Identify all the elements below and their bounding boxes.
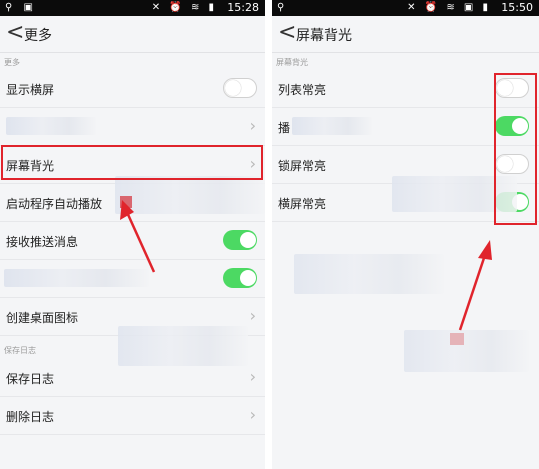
left-screen: ⚲ ▣ ✕ ⏰ ≋ ▮ 15:28 < 更多 更多 显示横屏 › 屏幕背光 › …	[0, 0, 265, 469]
page-title: 更多	[24, 28, 52, 44]
status-time: 15:50	[501, 1, 533, 14]
arrow-shaft	[458, 251, 488, 331]
notification-icons: ⚲	[277, 2, 289, 13]
pointer-arrow	[458, 240, 492, 331]
back-arrow-icon[interactable]: <	[6, 20, 24, 46]
row-label: 启动程序自动播放	[6, 197, 103, 211]
section-label: 屏幕背光	[276, 58, 308, 67]
section-label-log: 保存日志	[4, 346, 36, 355]
page-title: 屏幕背光	[296, 28, 352, 44]
status-time: 15:28	[227, 1, 259, 14]
app-header: < 更多	[0, 16, 265, 53]
arrow-head	[478, 240, 492, 260]
section-label-more: 更多	[4, 58, 20, 67]
signal-icons: ✕ ⏰ ≋ ▮	[151, 2, 217, 13]
right-screen: ⚲ ✕ ⏰ ≋ ▣ ▮ 15:50 < 屏幕背光 屏幕背光 列表常亮 播 锁屏常…	[272, 0, 539, 469]
status-bar: ⚲ ▣ ✕ ⏰ ≋ ▮ 15:28	[0, 0, 265, 16]
toggle-knob	[225, 80, 241, 96]
highlight-box	[494, 73, 537, 225]
blurred-label	[292, 117, 372, 135]
arrow-shaft	[124, 209, 156, 273]
row-label: 删除日志	[6, 410, 55, 424]
row-label: 播	[278, 121, 291, 135]
row-label: 显示横屏	[6, 83, 55, 97]
arrow-head	[120, 200, 134, 220]
notification-icons: ⚲ ▣	[5, 2, 37, 13]
blurred-label	[6, 117, 96, 135]
back-arrow-icon[interactable]: <	[278, 20, 296, 46]
blur-overlay	[118, 326, 248, 366]
row-blurred-1[interactable]: ›	[0, 108, 265, 146]
pointer-arrow	[120, 200, 156, 273]
toggle-push[interactable]	[223, 230, 257, 250]
chevron-right-icon: ›	[249, 306, 256, 325]
row-landscape[interactable]: 显示横屏	[0, 70, 265, 108]
chevron-right-icon: ›	[249, 116, 256, 135]
app-header: < 屏幕背光	[272, 16, 539, 53]
row-label: 接收推送消息	[6, 235, 79, 249]
toggle-landscape[interactable]	[223, 78, 257, 98]
row-delete-log[interactable]: 删除日志 ›	[0, 397, 265, 435]
toggle-knob	[240, 232, 256, 248]
chevron-right-icon: ›	[249, 405, 256, 424]
row-label: 锁屏常亮	[278, 159, 327, 173]
row-label: 横屏常亮	[278, 197, 327, 211]
blur-overlay	[294, 254, 444, 294]
signal-icons: ✕ ⏰ ≋ ▣ ▮	[407, 2, 491, 13]
row-label: 创建桌面图标	[6, 311, 79, 325]
row-label: 列表常亮	[278, 83, 327, 97]
highlight-box	[1, 145, 263, 180]
row-label: 保存日志	[6, 372, 55, 386]
chevron-right-icon: ›	[249, 367, 256, 386]
toggle-blurred[interactable]	[223, 268, 257, 288]
toggle-knob	[240, 270, 256, 286]
status-bar: ⚲ ✕ ⏰ ≋ ▣ ▮ 15:50	[272, 0, 539, 16]
